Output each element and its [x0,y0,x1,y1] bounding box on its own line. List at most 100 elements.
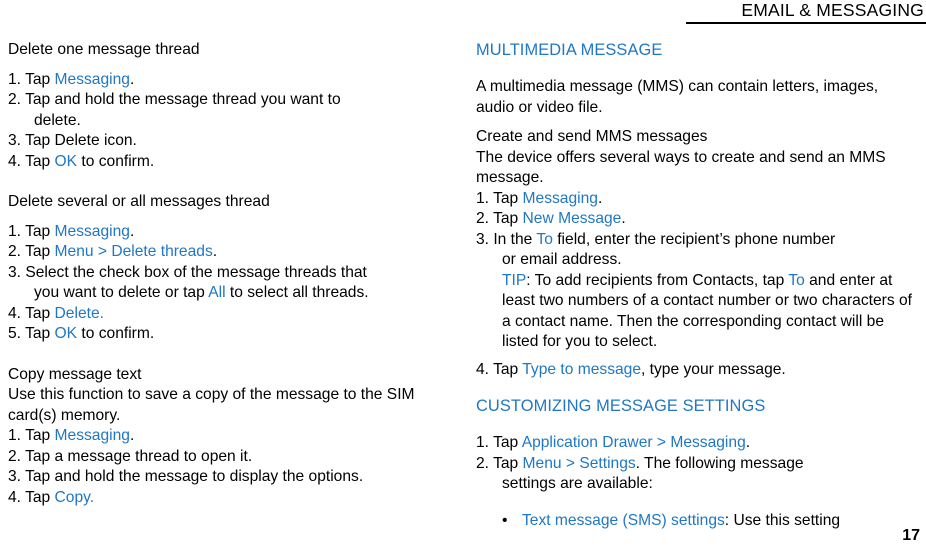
settings-bullet-list: • Text message (SMS) settings: Use this s… [476,511,920,532]
list-item: 3. In the To field, enter the recipient’… [476,230,920,251]
list-item: 2. Tap a message thread to open it. [8,447,458,468]
tip-text: : To add recipients from Contacts, tap [526,271,789,289]
step-number: 1. [476,434,494,451]
step-text-tail: . [621,210,626,227]
left-column: Delete one message thread 1. Tap Messagi… [0,40,466,508]
step-text-tail: field, enter the recipient’s phone numbe… [552,230,836,248]
heading-delete-one-thread: Delete one message thread [8,41,200,58]
step-text: Tap [25,243,55,260]
list-item: 5. Tap OK to confirm. [8,324,458,345]
step-number: 3. [476,230,494,248]
step-text-tail: . [597,189,603,207]
step-link[interactable]: Messaging [55,427,130,444]
step-text: Tap [493,434,522,451]
step-link[interactable]: Menu > Settings [523,455,636,472]
steps-delete-one-thread: 1. Tap Messaging. 2. Tap and hold the me… [8,70,458,173]
step-link[interactable]: Delete. [55,305,104,322]
step-text: Tap [25,304,55,322]
step-text: Tap [493,454,523,472]
step-text: Tap [493,189,523,207]
step-text-tail: . [129,222,135,240]
tip-note: TIP: To add recipients from Contacts, ta… [476,271,920,353]
copy-intro-text: Use this function to save a copy of the … [8,386,415,424]
section-copy-message-text: Copy message text Use this function to s… [8,365,458,509]
step-number: 2. [8,447,26,465]
step-link[interactable]: Copy. [55,489,95,506]
step-text-tail: . [212,243,218,260]
mms-subintro-text: The device offers several ways to create… [476,148,886,187]
step-link[interactable]: Messaging [55,223,130,240]
list-item: 3. Select the check box of the message t… [8,263,458,284]
step-text: Tap [25,222,55,240]
list-item: 3. Tap Delete icon. [8,131,458,152]
heading-delete-several-threads: Delete several or all messages thread [8,193,270,210]
step-text: Tap Delete icon. [25,132,137,149]
bullet-link[interactable]: Text message (SMS) settings [522,512,725,529]
list-item: 2. Tap and hold the message thread you w… [8,90,458,111]
step-link[interactable]: Messaging [55,71,130,88]
continuation-link[interactable]: All [208,284,225,301]
steps-create-send-mms: 1. Tap Messaging. 2. Tap New Message. 3.… [476,189,920,381]
section-multimedia-message: MULTIMEDIA MESSAGE A multimedia message … [476,40,920,380]
step-text: Select the check box of the message thre… [25,263,367,281]
tip-link-to[interactable]: To [788,272,804,289]
list-item: 1. Tap Messaging. [8,70,458,91]
section-delete-one-thread: Delete one message thread 1. Tap Messagi… [8,40,458,172]
list-item-continuation: settings are available: [502,475,653,492]
list-item: 1. Tap Messaging. [8,222,458,243]
page-number: 17 [902,527,920,544]
steps-delete-several-threads: 1. Tap Messaging. 2. Tap Menu > Delete t… [8,222,458,345]
step-number: 4. [476,360,494,378]
list-item-continuation: delete. [34,111,81,129]
step-text-tail: . [129,427,135,444]
step-number: 2. [8,91,26,108]
step-number: 2. [476,454,494,472]
step-link[interactable]: Messaging [523,190,598,207]
step-text: Tap and hold the message to display the … [25,468,364,485]
heading-customizing-message-settings: CUSTOMIZING MESSAGE SETTINGS [476,397,766,415]
step-text-tail: . [745,434,751,451]
step-link[interactable]: Menu > Delete threads [55,243,213,260]
section-delete-several-threads: Delete several or all messages thread 1.… [8,192,458,345]
running-header: EMAIL & MESSAGING [656,0,926,24]
list-item: 4. Tap Type to message, type your messag… [476,353,920,381]
step-text: Tap [493,360,523,378]
list-item: 1. Tap Messaging. [8,426,458,447]
step-link[interactable]: Type to message [522,361,641,378]
bullet-text: : Use this setting [724,511,841,529]
step-text: Tap [25,70,55,88]
step-text-tail: , type your message. [641,360,786,378]
step-number: 1. [476,189,494,207]
list-item-continuation: or email address. [502,251,622,268]
step-link[interactable]: OK [55,153,78,170]
step-number: 4. [8,488,26,506]
list-item: 2. Tap New Message. [476,209,920,230]
step-number: 5. [8,325,26,342]
manual-page: EMAIL & MESSAGING Delete one message thr… [0,0,926,549]
list-item: 4. Tap Delete. [8,304,458,325]
list-item: 1. Tap Application Drawer > Messaging. [476,433,920,454]
list-item-continuation: you want to delete or tap All to select … [8,283,458,304]
running-header-title: EMAIL & MESSAGING [741,0,924,20]
step-link[interactable]: New Message [523,210,622,227]
step-text: Tap [25,488,55,506]
bullet-icon: • [502,511,508,529]
step-text-tail: to confirm. [77,325,155,342]
steps-copy-message-text: 1. Tap Messaging. 2. Tap a message threa… [8,426,458,508]
step-number: 4. [8,152,26,170]
step-text: In the [493,230,537,248]
step-link[interactable]: OK [55,325,78,342]
step-link[interactable]: To [536,231,552,248]
step-link[interactable]: Application Drawer > Messaging [522,434,746,451]
heading-multimedia-message: MULTIMEDIA MESSAGE [476,41,663,59]
step-text: Tap [25,152,55,170]
list-item: 1. Tap Messaging. [476,189,920,210]
heading-copy-message-text: Copy message text [8,365,142,383]
step-number: 3. [8,132,26,149]
